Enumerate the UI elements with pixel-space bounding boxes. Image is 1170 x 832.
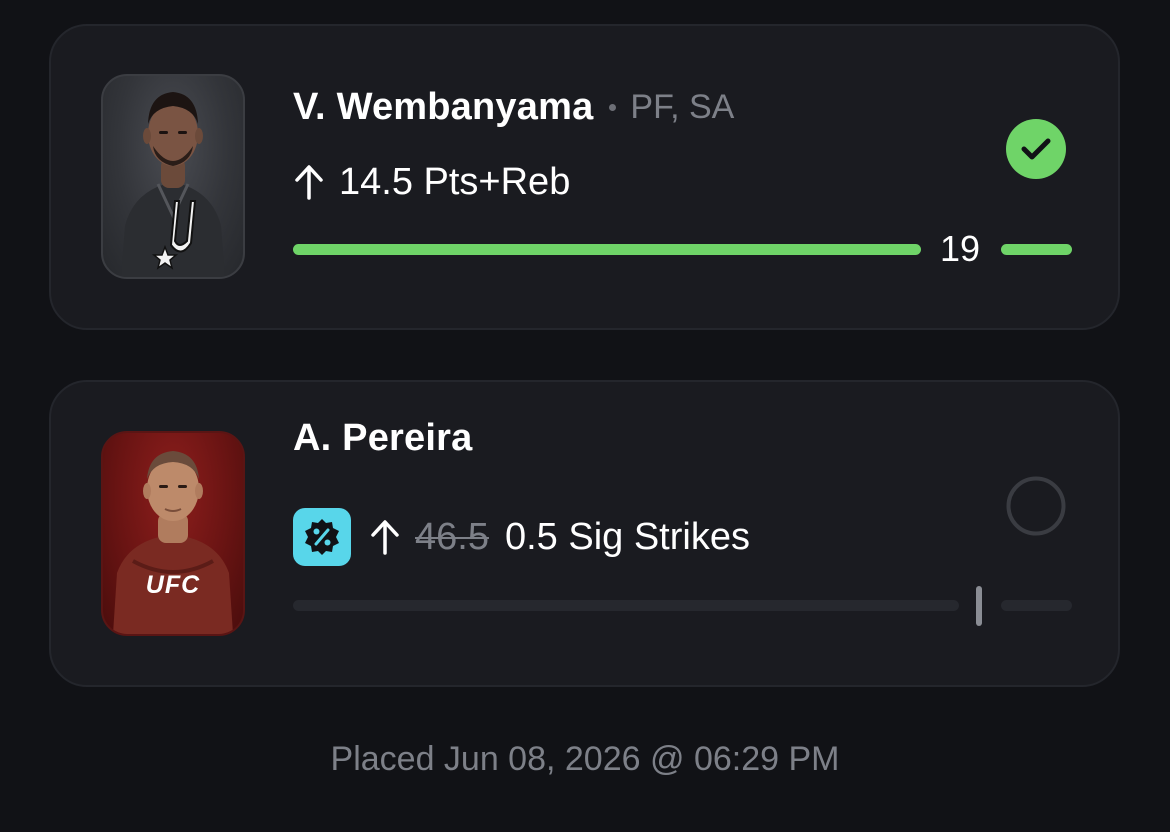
current-value: 19 <box>939 228 981 269</box>
spurs-logo-icon <box>151 200 197 270</box>
player-name: V. Wembanyama <box>293 85 594 128</box>
arrow-up-icon <box>295 165 323 200</box>
ufc-logo: UFC <box>145 571 201 599</box>
empty-circle-icon <box>1006 476 1066 536</box>
pick-line: 14.5 Pts+Reb <box>339 160 571 203</box>
check-circle-icon <box>1006 119 1066 179</box>
progress-tail <box>1001 600 1072 611</box>
progress-fill <box>293 244 921 255</box>
player-name-row: A. Pereira <box>293 413 472 463</box>
pick-line-row: 14.5 Pts+Reb <box>293 157 570 207</box>
player-name: A. Pereira <box>293 416 473 459</box>
progress-bar <box>293 600 959 611</box>
player-avatar <box>101 74 245 279</box>
placed-timestamp: Placed Jun 08, 2026 @ 06:29 PM <box>330 740 840 778</box>
arrow-up-icon <box>371 520 399 555</box>
original-line: 46.5 <box>415 515 489 558</box>
discount-badge-icon <box>293 508 351 566</box>
progress-bar <box>293 244 921 255</box>
player-photo <box>113 451 233 634</box>
progress-tail <box>1001 244 1072 255</box>
line-marker <box>976 586 982 626</box>
player-name-row: V. Wembanyama PF, SA <box>293 82 734 132</box>
separator-dot <box>609 103 617 111</box>
player-avatar: UFC <box>101 431 245 636</box>
pick-line-row: 46.5 0.5 Sig Strikes <box>293 508 750 566</box>
pick-card-pereira[interactable]: UFC A. Pereira 46.5 0.5 Sig Strikes <box>49 380 1120 687</box>
pick-card-wembanyama[interactable]: V. Wembanyama PF, SA 14.5 Pts+Reb 19 <box>49 24 1120 330</box>
pick-line: 0.5 Sig Strikes <box>504 515 750 558</box>
player-position-team: PF, SA <box>630 87 735 126</box>
